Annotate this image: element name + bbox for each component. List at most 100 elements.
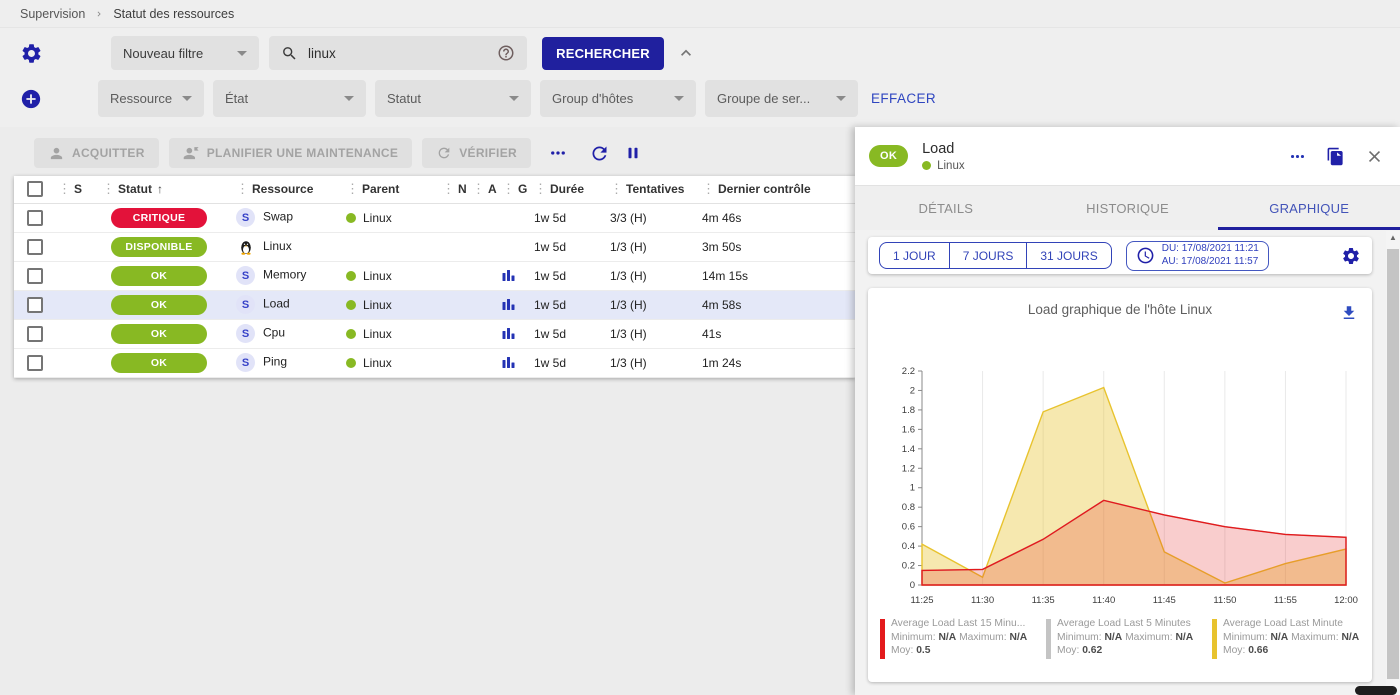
panel-more-icon[interactable]	[1289, 148, 1306, 165]
saved-filter-select[interactable]: Nouveau filtre	[111, 36, 259, 70]
column-header-statut[interactable]: ⋮Statut↑	[102, 176, 224, 203]
resource-name: Linux	[263, 239, 292, 253]
time-7days-button[interactable]: 7 JOURS	[949, 242, 1028, 269]
graph-icon[interactable]	[502, 297, 515, 310]
tab-historique[interactable]: HISTORIQUE	[1037, 186, 1219, 230]
graph-icon[interactable]	[502, 326, 515, 339]
column-header-s[interactable]: ⋮S	[58, 176, 102, 203]
select-all-checkbox[interactable]	[27, 181, 43, 197]
row-checkbox[interactable]	[27, 355, 43, 371]
last-check-cell: 4m 58s	[702, 290, 855, 319]
acknowledge-button[interactable]: ACQUITTER	[34, 138, 159, 168]
column-header-n[interactable]: ⋮N	[442, 176, 472, 203]
resource-name: Swap	[263, 210, 293, 224]
table-row-linux[interactable]: DISPONIBLELinux1w 5d1/3 (H)3m 50s	[14, 232, 855, 261]
add-criteria-icon[interactable]	[20, 88, 42, 110]
time-range-card: 1 JOUR 7 JOURS 31 JOURS DU: 17/08/2021 1…	[868, 237, 1372, 274]
column-label: S	[74, 182, 82, 196]
criteria-etat-select[interactable]: État	[213, 80, 366, 117]
drag-grip-icon: ⋮	[236, 181, 249, 196]
collapse-filters-chevron-up-icon[interactable]	[676, 43, 696, 63]
tab-graphique[interactable]: GRAPHIQUE	[1218, 186, 1400, 230]
row-checkbox[interactable]	[27, 268, 43, 284]
downtime-button[interactable]: PLANIFIER UNE MAINTENANCE	[169, 138, 413, 168]
table-row-swap[interactable]: CRITIQUESSwapLinux1w 5d3/3 (H)4m 46s	[14, 203, 855, 232]
row-checkbox[interactable]	[27, 297, 43, 313]
panel-horizontal-scrollbar-thumb[interactable]	[1355, 686, 1397, 695]
graph-icon[interactable]	[502, 355, 515, 368]
tab-details[interactable]: DÉTAILS	[855, 186, 1037, 230]
row-checkbox[interactable]	[27, 239, 43, 255]
criteria-hostgroup-select[interactable]: Group d'hôtes	[540, 80, 696, 117]
column-header-g[interactable]: ⋮G	[502, 176, 534, 203]
criteria-resource-select[interactable]: Ressource	[98, 80, 204, 117]
refresh-icon[interactable]	[589, 143, 610, 164]
status-cell: CRITIQUE	[102, 203, 224, 232]
column-header-dernier-contrôle[interactable]: ⋮Dernier contrôle	[702, 176, 855, 203]
column-label: Durée	[550, 182, 584, 196]
parent-cell: Linux	[336, 348, 442, 377]
more-actions-icon[interactable]	[549, 144, 567, 162]
date-from: DU: 17/08/2021 11:21	[1162, 243, 1259, 256]
table-row-memory[interactable]: OKSMemoryLinux1w 5d1/3 (H)14m 15s	[14, 261, 855, 290]
legend-average: Moy: 0.62	[1057, 644, 1193, 658]
drag-grip-icon: ⋮	[502, 181, 515, 196]
pause-autorefresh-icon[interactable]	[624, 144, 642, 162]
sort-asc-icon: ↑	[157, 182, 163, 196]
table-row-load[interactable]: OKSLoadLinux1w 5d1/3 (H)4m 58s	[14, 290, 855, 319]
close-panel-icon[interactable]	[1365, 147, 1384, 166]
duration-cell: 1w 5d	[534, 290, 610, 319]
row-checkbox[interactable]	[27, 210, 43, 226]
graph-settings-gear-icon[interactable]	[1341, 246, 1361, 266]
graph-cell	[502, 348, 534, 377]
ack-cell	[472, 232, 502, 261]
column-header-durée[interactable]: ⋮Durée	[534, 176, 610, 203]
service-s-icon: S	[236, 353, 255, 372]
copy-link-icon[interactable]	[1326, 147, 1345, 166]
tries-cell: 1/3 (H)	[610, 290, 702, 319]
acknowledge-label: ACQUITTER	[72, 146, 145, 160]
column-header-a[interactable]: ⋮A	[472, 176, 502, 203]
custom-date-range[interactable]: DU: 17/08/2021 11:21 AU: 17/08/2021 11:5…	[1126, 241, 1269, 271]
scrollbar-up-arrow[interactable]: ▲	[1386, 233, 1400, 242]
search-input[interactable]: linux	[269, 36, 527, 70]
criteria-servicegroup-select[interactable]: Groupe de ser...	[705, 80, 858, 117]
time-31days-button[interactable]: 31 JOURS	[1026, 242, 1111, 269]
download-graph-icon[interactable]	[1340, 304, 1358, 322]
resource-table-body: CRITIQUESSwapLinux1w 5d3/3 (H)4m 46sDISP…	[14, 203, 855, 377]
table-row-ping[interactable]: OKSPingLinux1w 5d1/3 (H)1m 24s	[14, 348, 855, 377]
column-header-ressource[interactable]: ⋮Ressource	[224, 176, 336, 203]
drag-grip-icon: ⋮	[58, 181, 71, 196]
scrollbar-thumb[interactable]	[1387, 249, 1399, 679]
filter-row-main: Nouveau filtre linux RECHERCHER	[0, 36, 1400, 70]
search-button[interactable]: RECHERCHER	[542, 37, 664, 70]
legend-item-0[interactable]: Average Load Last 15 Minu...Minimum: N/A…	[880, 617, 1034, 659]
criteria-statut-select[interactable]: Statut	[375, 80, 531, 117]
severity-cell	[58, 348, 102, 377]
parent-status-dot	[346, 329, 356, 339]
graph-icon[interactable]	[502, 268, 515, 281]
svg-text:11:45: 11:45	[1153, 595, 1176, 606]
svg-text:1: 1	[910, 483, 915, 494]
table-row-cpu[interactable]: OKSCpuLinux1w 5d1/3 (H)41s	[14, 319, 855, 348]
notif-cell	[442, 261, 472, 290]
help-icon[interactable]	[497, 44, 515, 62]
clear-filters-button[interactable]: EFFACER	[871, 91, 936, 106]
host-status-dot	[922, 161, 931, 170]
tries-cell: 1/3 (H)	[610, 232, 702, 261]
row-checkbox[interactable]	[27, 326, 43, 342]
legend-item-2[interactable]: Average Load Last MinuteMinimum: N/A Max…	[1212, 617, 1366, 659]
column-header-tentatives[interactable]: ⋮Tentatives	[610, 176, 702, 203]
check-button[interactable]: VÉRIFIER	[422, 138, 531, 168]
resource-name: Memory	[263, 268, 306, 282]
status-badge: OK	[111, 324, 207, 344]
breadcrumb-supervision[interactable]: Supervision	[20, 7, 85, 21]
column-header-parent[interactable]: ⋮Parent	[336, 176, 442, 203]
drag-grip-icon: ⋮	[472, 181, 485, 196]
criteria-label: Ressource	[110, 91, 172, 106]
parent-name: Linux	[363, 327, 392, 341]
parent-name: Linux	[363, 356, 392, 370]
legend-item-1[interactable]: Average Load Last 5 MinutesMinimum: N/A …	[1046, 617, 1200, 659]
filter-settings-gear-icon[interactable]	[20, 42, 43, 65]
time-1day-button[interactable]: 1 JOUR	[879, 242, 950, 269]
